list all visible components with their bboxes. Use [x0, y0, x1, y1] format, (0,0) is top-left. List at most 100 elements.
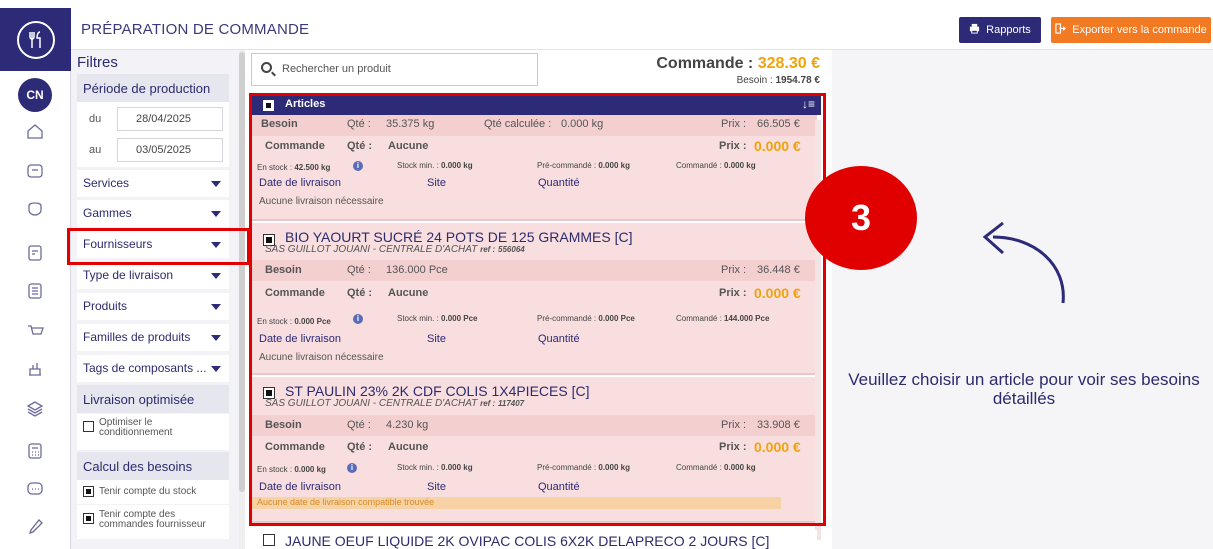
prix-label: Prix : [721, 419, 747, 431]
qte-label: Qté : [347, 118, 371, 130]
stock-checkbox[interactable] [83, 486, 94, 497]
filter-services-label: Services [83, 176, 130, 190]
sort-icon[interactable]: ↓≡ [802, 97, 815, 111]
product-supplier: SAS GUILLOT JOUANI - CENTRALE D'ACHAT re… [265, 398, 524, 409]
search-input[interactable]: Rechercher un produit [251, 53, 538, 86]
articles-list: Articles ↓≡ Besoin Qté : 35.375 kg Qté c… [251, 95, 821, 549]
prix-label: Prix : [721, 264, 747, 276]
commande-total-label: Commande : [656, 55, 754, 72]
filter-type-livraison[interactable]: Type de livraison [77, 262, 229, 289]
filter-gammes[interactable]: Gammes [77, 200, 229, 227]
chat-icon[interactable] [22, 476, 48, 502]
chevron-down-icon [211, 273, 221, 279]
cart-icon[interactable] [22, 318, 48, 344]
qte-calc-value: 0.000 kg [561, 118, 604, 130]
stock-min-label: Stock min. : [397, 463, 439, 472]
livraison-note: Aucune livraison nécessaire [259, 196, 384, 207]
commande-info: Commandé : 0.000 kg [676, 161, 756, 170]
date-from-input[interactable]: 28/04/2025 [117, 107, 223, 131]
top-strip [0, 0, 1213, 8]
filter-fournisseurs[interactable]: Fournisseurs [77, 231, 229, 258]
commande-band: Commande Qté : Aucune Prix : 0.000 € [251, 283, 817, 304]
filters-scrollbar[interactable] [239, 50, 245, 549]
receipt-icon[interactable] [22, 278, 48, 304]
stock-min-value: 0.000 kg [441, 161, 473, 170]
cmd-fourn-label: Tenir compte des commandes fournisseur [99, 509, 206, 530]
quantite-label: Quantité [538, 333, 580, 345]
besoin-total-label: Besoin : [736, 75, 773, 86]
home-icon[interactable] [22, 118, 48, 144]
qte-label: Qté : [347, 264, 371, 276]
export-button[interactable]: Exporter vers la commande [1051, 17, 1211, 43]
product-supplier: SAS GUILLOT JOUANI - CENTRALE D'ACHAT re… [265, 244, 525, 255]
besoin-total-value: 1954.78 € [775, 75, 821, 86]
list-item-partial[interactable]: JAUNE OEUF LIQUIDE 2K OVIPAC COLIS 6X2K … [251, 530, 817, 549]
chevron-down-icon [211, 366, 221, 372]
qte-label: Qté : [347, 140, 373, 152]
list-item[interactable]: ST PAULIN 23% 2K CDF COLIS 1X4PIECES [C]… [251, 377, 817, 523]
cmd-fourn-checkbox[interactable] [83, 513, 94, 524]
livraison-note: Aucune livraison nécessaire [259, 352, 384, 363]
app-logo[interactable] [0, 8, 71, 71]
filter-tags-composants[interactable]: Tags de composants ... [77, 355, 229, 382]
en-stock-value: 0.000 kg [294, 465, 326, 474]
product-name: JAUNE OEUF LIQUIDE 2K OVIPAC COLIS 6X2K … [285, 533, 770, 549]
document-list-icon[interactable] [22, 240, 48, 266]
info-icon[interactable]: i [353, 161, 363, 171]
filter-produits-label: Produits [83, 299, 128, 313]
besoin-band: Besoin Qté : 4.230 kg Prix : 33.908 € [251, 415, 817, 436]
supplier-name: SAS GUILLOT JOUANI - CENTRALE D'ACHAT [265, 244, 478, 255]
avatar[interactable]: CN [18, 78, 52, 112]
prix-commande: 0.000 € [754, 285, 801, 301]
ref-label: ref : [480, 399, 496, 408]
commande-label: Commande [265, 441, 325, 453]
calculator-icon[interactable] [22, 438, 48, 464]
search-icon [261, 62, 272, 73]
flask-icon[interactable] [22, 514, 48, 540]
besoin-label: Besoin [265, 264, 302, 276]
list-item[interactable]: Besoin Qté : 35.375 kg Qté calculée : 0.… [251, 115, 817, 221]
info-icon[interactable]: i [353, 314, 363, 324]
ref-value: 556064 [498, 245, 525, 254]
cmd-fourn-row[interactable]: Tenir compte des commandes fournisseur [77, 505, 229, 539]
besoin-qty: 136.000 Pce [386, 264, 448, 276]
supplier-name: SAS GUILLOT JOUANI - CENTRALE D'ACHAT [265, 398, 478, 409]
besoin-band: Besoin Qté : 136.000 Pce Prix : 36.448 € [251, 260, 817, 281]
commande-info: Commandé : 144.000 Pce [676, 314, 769, 323]
filter-produits[interactable]: Produits [77, 293, 229, 320]
item-checkbox[interactable] [263, 534, 275, 546]
list-item[interactable]: BIO YAOURT SUCRÉ 24 POTS DE 125 GRAMMES … [251, 223, 817, 375]
filter-type-livraison-label: Type de livraison [83, 268, 174, 282]
besoin-label: Besoin [265, 419, 302, 431]
info-icon[interactable]: i [347, 463, 357, 473]
en-stock-value: 0.000 Pce [294, 317, 331, 326]
commande-small-label: Commandé : [676, 463, 722, 472]
date-to-input[interactable]: 03/05/2025 [117, 138, 223, 162]
step-badge: 3 [805, 166, 917, 270]
product-name: ST PAULIN 23% 2K CDF COLIS 1X4PIECES [C] [285, 383, 590, 399]
rapports-button[interactable]: Rapports [959, 17, 1041, 43]
commande-label: Commande [265, 287, 325, 299]
select-all-checkbox[interactable] [263, 100, 274, 111]
chevron-down-icon [211, 181, 221, 187]
filter-familles-produits[interactable]: Familles de produits [77, 324, 229, 351]
date-livraison-label: Date de livraison [259, 177, 341, 189]
printer-icon [969, 23, 980, 37]
filter-services[interactable]: Services [77, 170, 229, 197]
ref-value: 117407 [498, 399, 525, 408]
optimiser-checkbox[interactable] [83, 421, 94, 432]
stock-row[interactable]: Tenir compte du stock [77, 480, 229, 504]
livraison-optimisee-section: Livraison optimisée [77, 385, 229, 413]
pre-commande-info: Pré-commandé : 0.000 Pce [537, 314, 635, 323]
factory-icon[interactable] [22, 356, 48, 382]
stock-min-info: Stock min. : 0.000 Pce [397, 314, 478, 323]
filters-scrollbar-thumb[interactable] [239, 52, 245, 492]
filter-familles-label: Familles de produits [83, 330, 191, 344]
articles-header-label: Articles [285, 98, 326, 110]
tag-icon[interactable] [22, 196, 48, 222]
stock-min-label: Stock min. : [397, 161, 439, 170]
layers-icon[interactable] [22, 396, 48, 422]
box-icon[interactable] [22, 158, 48, 184]
optimiser-row[interactable]: Optimiser le conditionnement [77, 414, 229, 450]
en-stock-label: En stock : [257, 163, 293, 172]
